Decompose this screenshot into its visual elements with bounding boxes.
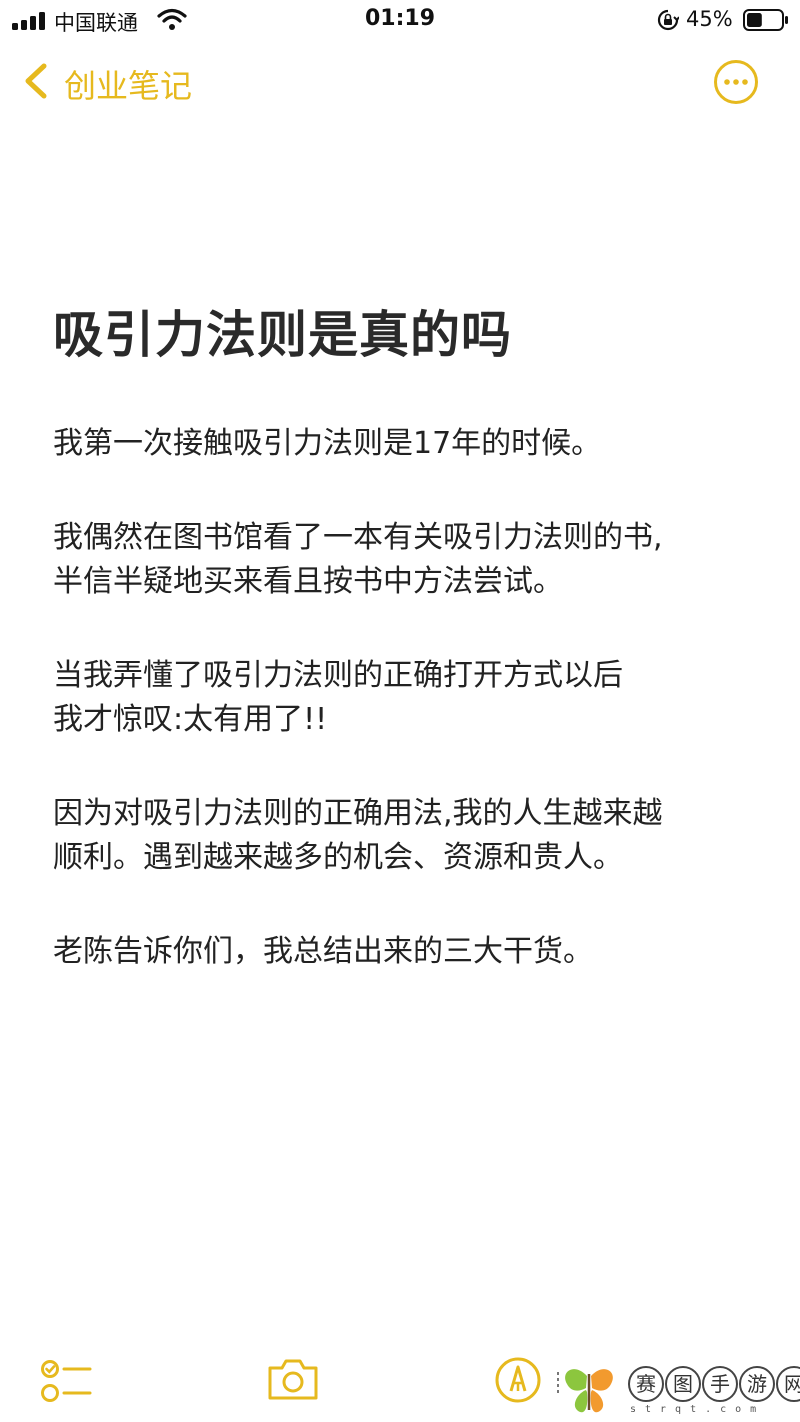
battery-icon xyxy=(743,9,788,31)
status-bar: 中国联通 01:19 45% xyxy=(0,0,800,44)
status-time: 01:19 xyxy=(364,6,436,31)
markup-pen-icon[interactable] xyxy=(494,1356,542,1404)
note-line: 半信半疑地买来看且按书中方法尝试。 xyxy=(53,564,563,599)
more-ellipsis-icon[interactable] xyxy=(712,58,760,106)
watermark-char: 手 xyxy=(702,1366,738,1402)
note-line: 我偶然在图书馆看了一本有关吸引力法则的书, xyxy=(53,520,663,555)
battery-percent: 45% xyxy=(686,7,733,31)
watermark-char: 游 xyxy=(739,1366,775,1402)
orientation-lock-icon xyxy=(657,9,679,31)
checklist-icon[interactable] xyxy=(40,1358,94,1404)
back-label: 创业笔记 xyxy=(64,67,193,105)
note-paragraph: 我偶然在图书馆看了一本有关吸引力法则的书, 半信半疑地买来看且按书中方法尝试。 xyxy=(53,516,753,604)
note-line: 老陈告诉你们，我总结出来的三大干货。 xyxy=(53,934,593,969)
watermark-text: 赛 图 手 游 网 xyxy=(628,1366,800,1404)
note-line: 当我弄懂了吸引力法则的正确打开方式以后 xyxy=(53,658,623,693)
note-line: 因为对吸引力法则的正确用法,我的人生越来越 xyxy=(53,796,663,831)
watermark-char: 图 xyxy=(665,1366,701,1402)
chevron-left-icon xyxy=(25,63,47,99)
watermark: 赛 图 手 游 网 strqt.com xyxy=(554,1362,800,1420)
note-paragraph: 老陈告诉你们，我总结出来的三大干货。 xyxy=(53,930,753,974)
watermark-char: 赛 xyxy=(628,1366,664,1402)
camera-icon[interactable] xyxy=(266,1356,320,1402)
back-button[interactable]: 创业笔记 xyxy=(20,58,210,105)
note-paragraph: 我第一次接触吸引力法则是17年的时候。 xyxy=(53,422,753,466)
butterfly-logo-icon xyxy=(557,1369,613,1413)
note-body[interactable]: 吸引力法则是真的吗 我第一次接触吸引力法则是17年的时候。 我偶然在图书馆看了一… xyxy=(53,300,753,974)
note-line: 顺利。遇到越来越多的机会、资源和贵人。 xyxy=(53,840,623,875)
note-title: 吸引力法则是真的吗 xyxy=(53,306,512,364)
note-paragraph: 当我弄懂了吸引力法则的正确打开方式以后 我才惊叹:太有用了!! xyxy=(53,654,753,742)
note-paragraph: 因为对吸引力法则的正确用法,我的人生越来越 顺利。遇到越来越多的机会、资源和贵人… xyxy=(53,792,753,880)
note-line: 我才惊叹:太有用了!! xyxy=(53,702,328,737)
note-line: 我第一次接触吸引力法则是17年的时候。 xyxy=(53,426,602,461)
watermark-domain: strqt.com xyxy=(630,1404,766,1415)
watermark-char: 网 xyxy=(776,1366,800,1402)
